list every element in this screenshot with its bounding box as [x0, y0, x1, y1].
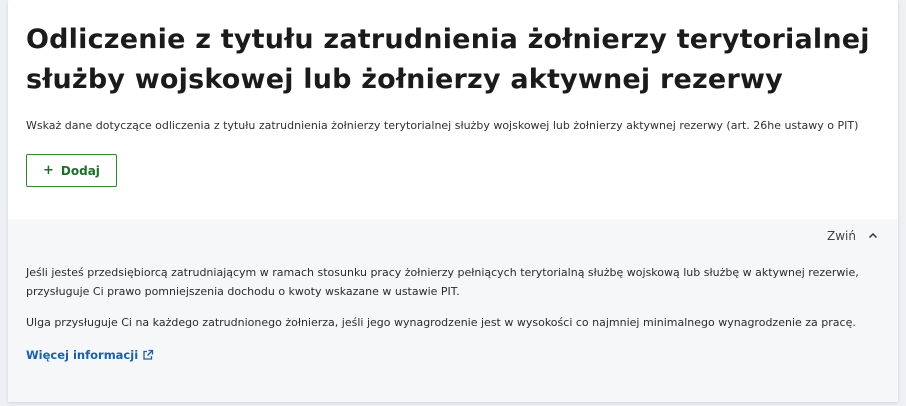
external-link-icon — [143, 349, 154, 360]
section-description: Wskaż dane dotyczące odliczenia z tytułu… — [26, 119, 859, 132]
section-title: Odliczenie z tytułu zatrudnienia żołnier… — [26, 24, 870, 95]
card-header: Odliczenie z tytułu zatrudnienia żołnier… — [8, 0, 898, 198]
plus-icon: + — [43, 163, 54, 178]
more-info-label: Więcej informacji — [26, 348, 139, 362]
collapse-toggle[interactable]: Zwiń — [827, 229, 878, 243]
collapse-label: Zwiń — [827, 229, 856, 243]
more-info-link[interactable]: Więcej informacji — [26, 348, 154, 362]
add-button-label: Dodaj — [60, 163, 100, 178]
info-paragraph: Ulga przysługuje Ci na każdego zatrudnio… — [26, 316, 856, 329]
add-button[interactable]: + Dodaj — [26, 154, 117, 187]
info-text: Jeśli jesteś przedsiębiorcą zatrudniając… — [26, 263, 868, 363]
deduction-card: Odliczenie z tytułu zatrudnienia żołnier… — [8, 0, 898, 402]
info-paragraph: Jeśli jesteś przedsiębiorcą zatrudniając… — [26, 266, 859, 298]
chevron-up-icon — [868, 232, 878, 239]
info-panel: Zwiń Jeśli jesteś przedsiębiorcą zatrudn… — [8, 219, 898, 402]
